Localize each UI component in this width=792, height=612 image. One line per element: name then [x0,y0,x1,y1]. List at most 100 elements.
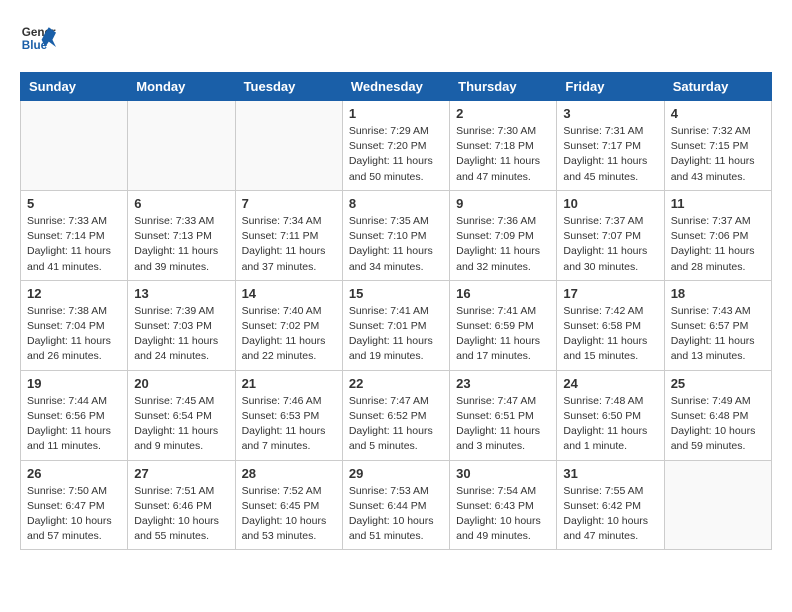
page-header: General Blue [20,20,772,56]
day-info: Sunrise: 7:30 AM Sunset: 7:18 PM Dayligh… [456,124,550,185]
calendar-day-24: 24 Sunrise: 7:48 AM Sunset: 6:50 PM Dayli… [557,370,664,460]
day-info: Sunrise: 7:29 AM Sunset: 7:20 PM Dayligh… [349,124,443,185]
day-info: Sunrise: 7:48 AM Sunset: 6:50 PM Dayligh… [563,394,657,455]
day-number: 14 [242,286,336,301]
calendar-week-row: 5 Sunrise: 7:33 AM Sunset: 7:14 PM Daylig… [21,190,772,280]
day-number: 30 [456,466,550,481]
calendar-day-23: 23 Sunrise: 7:47 AM Sunset: 6:51 PM Dayli… [450,370,557,460]
calendar-table: SundayMondayTuesdayWednesdayThursdayFrid… [20,72,772,550]
day-info: Sunrise: 7:51 AM Sunset: 6:46 PM Dayligh… [134,484,228,545]
calendar-day-2: 2 Sunrise: 7:30 AM Sunset: 7:18 PM Daylig… [450,101,557,191]
day-info: Sunrise: 7:41 AM Sunset: 6:59 PM Dayligh… [456,304,550,365]
weekday-header-monday: Monday [128,73,235,101]
day-number: 23 [456,376,550,391]
calendar-day-18: 18 Sunrise: 7:43 AM Sunset: 6:57 PM Dayli… [664,280,771,370]
calendar-day-17: 17Sunrise: 7:42 AM Sunset: 6:58 PM Dayli… [557,280,664,370]
day-number: 15 [349,286,443,301]
weekday-header-friday: Friday [557,73,664,101]
day-number: 9 [456,196,550,211]
day-number: 2 [456,106,550,121]
day-number: 21 [242,376,336,391]
calendar-day-22: 22 Sunrise: 7:47 AM Sunset: 6:52 PM Dayli… [342,370,449,460]
day-number: 4 [671,106,765,121]
calendar-week-row: 1 Sunrise: 7:29 AM Sunset: 7:20 PM Daylig… [21,101,772,191]
calendar-day-19: 19Sunrise: 7:44 AM Sunset: 6:56 PM Dayli… [21,370,128,460]
calendar-day-29: 29 Sunrise: 7:53 AM Sunset: 6:44 PM Dayli… [342,460,449,550]
day-info: Sunrise: 7:39 AM Sunset: 7:03 PM Dayligh… [134,304,228,365]
calendar-day-10: 10 Sunrise: 7:37 AM Sunset: 7:07 PM Dayli… [557,190,664,280]
day-info: Sunrise: 7:49 AM Sunset: 6:48 PM Dayligh… [671,394,765,455]
calendar-day-8: 8 Sunrise: 7:35 AM Sunset: 7:10 PM Daylig… [342,190,449,280]
day-info: Sunrise: 7:40 AM Sunset: 7:02 PM Dayligh… [242,304,336,365]
day-info: Sunrise: 7:37 AM Sunset: 7:06 PM Dayligh… [671,214,765,275]
day-info: Sunrise: 7:53 AM Sunset: 6:44 PM Dayligh… [349,484,443,545]
day-number: 24 [563,376,657,391]
calendar-day-14: 14 Sunrise: 7:40 AM Sunset: 7:02 PM Dayli… [235,280,342,370]
calendar-day-9: 9 Sunrise: 7:36 AM Sunset: 7:09 PM Daylig… [450,190,557,280]
day-number: 16 [456,286,550,301]
calendar-day-16: 16 Sunrise: 7:41 AM Sunset: 6:59 PM Dayli… [450,280,557,370]
day-number: 28 [242,466,336,481]
day-number: 29 [349,466,443,481]
day-number: 6 [134,196,228,211]
day-number: 10 [563,196,657,211]
day-number: 12 [27,286,121,301]
day-number: 7 [242,196,336,211]
day-info: Sunrise: 7:35 AM Sunset: 7:10 PM Dayligh… [349,214,443,275]
day-info: Sunrise: 7:43 AM Sunset: 6:57 PM Dayligh… [671,304,765,365]
logo-icon: General Blue [20,20,56,56]
calendar-day-empty [21,101,128,191]
calendar-day-25: 25Sunrise: 7:49 AM Sunset: 6:48 PM Dayli… [664,370,771,460]
calendar-day-12: 12Sunrise: 7:38 AM Sunset: 7:04 PM Dayli… [21,280,128,370]
day-number: 27 [134,466,228,481]
day-info: Sunrise: 7:55 AM Sunset: 6:42 PM Dayligh… [563,484,657,545]
calendar-day-empty [664,460,771,550]
calendar-day-26: 26Sunrise: 7:50 AM Sunset: 6:47 PM Dayli… [21,460,128,550]
day-info: Sunrise: 7:33 AM Sunset: 7:13 PM Dayligh… [134,214,228,275]
weekday-header-tuesday: Tuesday [235,73,342,101]
day-number: 18 [671,286,765,301]
day-number: 17 [563,286,657,301]
day-number: 31 [563,466,657,481]
calendar-day-31: 31 Sunrise: 7:55 AM Sunset: 6:42 PM Dayli… [557,460,664,550]
calendar-day-11: 11Sunrise: 7:37 AM Sunset: 7:06 PM Dayli… [664,190,771,280]
day-number: 3 [563,106,657,121]
calendar-day-21: 21 Sunrise: 7:46 AM Sunset: 6:53 PM Dayli… [235,370,342,460]
calendar-day-30: 30 Sunrise: 7:54 AM Sunset: 6:43 PM Dayli… [450,460,557,550]
weekday-header-wednesday: Wednesday [342,73,449,101]
calendar-day-20: 20 Sunrise: 7:45 AM Sunset: 6:54 PM Dayli… [128,370,235,460]
calendar-day-15: 15 Sunrise: 7:41 AM Sunset: 7:01 PM Dayli… [342,280,449,370]
calendar-day-5: 5 Sunrise: 7:33 AM Sunset: 7:14 PM Daylig… [21,190,128,280]
day-info: Sunrise: 7:50 AM Sunset: 6:47 PM Dayligh… [27,484,121,545]
calendar-day-27: 27 Sunrise: 7:51 AM Sunset: 6:46 PM Dayli… [128,460,235,550]
weekday-header-saturday: Saturday [664,73,771,101]
day-info: Sunrise: 7:37 AM Sunset: 7:07 PM Dayligh… [563,214,657,275]
day-number: 22 [349,376,443,391]
day-info: Sunrise: 7:45 AM Sunset: 6:54 PM Dayligh… [134,394,228,455]
calendar-day-7: 7 Sunrise: 7:34 AM Sunset: 7:11 PM Daylig… [235,190,342,280]
weekday-header-sunday: Sunday [21,73,128,101]
weekday-header-row: SundayMondayTuesdayWednesdayThursdayFrid… [21,73,772,101]
day-info: Sunrise: 7:47 AM Sunset: 6:51 PM Dayligh… [456,394,550,455]
day-number: 1 [349,106,443,121]
calendar-day-empty [128,101,235,191]
day-info: Sunrise: 7:54 AM Sunset: 6:43 PM Dayligh… [456,484,550,545]
day-info: Sunrise: 7:46 AM Sunset: 6:53 PM Dayligh… [242,394,336,455]
calendar-week-row: 12Sunrise: 7:38 AM Sunset: 7:04 PM Dayli… [21,280,772,370]
day-info: Sunrise: 7:32 AM Sunset: 7:15 PM Dayligh… [671,124,765,185]
calendar-day-3: 3 Sunrise: 7:31 AM Sunset: 7:17 PM Daylig… [557,101,664,191]
calendar-day-28: 28 Sunrise: 7:52 AM Sunset: 6:45 PM Dayli… [235,460,342,550]
calendar-day-6: 6 Sunrise: 7:33 AM Sunset: 7:13 PM Daylig… [128,190,235,280]
calendar-day-empty [235,101,342,191]
day-info: Sunrise: 7:31 AM Sunset: 7:17 PM Dayligh… [563,124,657,185]
day-number: 19 [27,376,121,391]
day-info: Sunrise: 7:36 AM Sunset: 7:09 PM Dayligh… [456,214,550,275]
day-info: Sunrise: 7:47 AM Sunset: 6:52 PM Dayligh… [349,394,443,455]
day-info: Sunrise: 7:52 AM Sunset: 6:45 PM Dayligh… [242,484,336,545]
day-number: 5 [27,196,121,211]
day-info: Sunrise: 7:41 AM Sunset: 7:01 PM Dayligh… [349,304,443,365]
day-info: Sunrise: 7:34 AM Sunset: 7:11 PM Dayligh… [242,214,336,275]
day-number: 20 [134,376,228,391]
day-info: Sunrise: 7:33 AM Sunset: 7:14 PM Dayligh… [27,214,121,275]
day-number: 8 [349,196,443,211]
